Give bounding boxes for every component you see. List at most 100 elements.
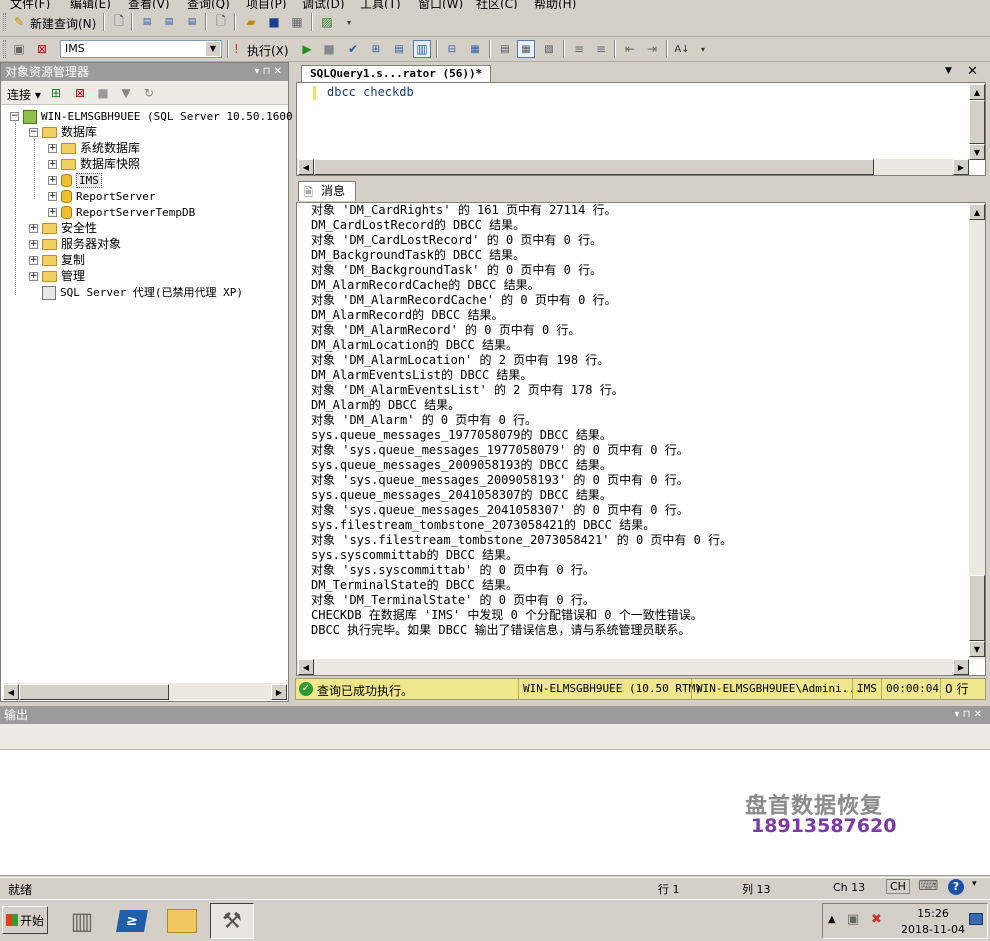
compact-edition-icon[interactable]: 🗋 (212, 13, 230, 31)
query-code[interactable]: dbcc checkdb (327, 85, 414, 99)
mdx-query-icon[interactable]: ▤ (138, 13, 156, 31)
network-icon[interactable]: ▣ (847, 912, 859, 927)
execute-button[interactable]: 执行(X) (247, 42, 289, 59)
menu-project[interactable]: 项目(P) (246, 0, 287, 9)
expand-icon[interactable]: + (29, 272, 38, 281)
tree-item-databases[interactable]: − 数据库 (29, 124, 97, 140)
expand-icon[interactable]: + (29, 256, 38, 265)
comment-icon[interactable]: ≡ (570, 40, 588, 58)
collapse-icon[interactable]: − (29, 128, 38, 137)
scroll-right-icon[interactable]: ▶ (953, 659, 969, 675)
tree-item-management[interactable]: + 管理 (29, 268, 85, 284)
chevron-down-icon[interactable]: ▼ (206, 42, 220, 56)
tray-expand-icon[interactable]: ▲ (828, 914, 836, 925)
scroll-down-icon[interactable]: ▼ (969, 144, 985, 160)
results-text-icon[interactable]: ▤ (496, 40, 514, 58)
expand-icon[interactable]: + (48, 160, 57, 169)
tree-item-db-reportserver[interactable]: + ReportServer (48, 188, 155, 204)
taskbar-server-manager[interactable]: ▥ (60, 903, 104, 939)
menu-help[interactable]: 帮助(H) (534, 0, 576, 9)
expand-icon[interactable]: + (48, 192, 57, 201)
toolbar-grip[interactable] (3, 13, 6, 31)
panel-pin-close-icon[interactable]: ▾ ⊓ ✕ (254, 63, 282, 81)
taskbar-powershell[interactable]: ≥ (110, 903, 154, 939)
panel-pin-close-icon[interactable]: ▾ ⊓ ✕ (954, 706, 982, 724)
scroll-right-icon[interactable]: ▶ (953, 159, 969, 175)
menu-window[interactable]: 窗口(W) (418, 0, 463, 9)
menu-query[interactable]: 查询(Q) (187, 0, 230, 9)
close-icon[interactable]: ✕ (967, 64, 978, 79)
menu-debug[interactable]: 调试(D) (302, 0, 345, 9)
disconnect-icon[interactable]: ⊠ (33, 40, 51, 58)
status-input-mode[interactable]: CH (886, 879, 910, 894)
start-button[interactable]: 开始 (2, 906, 48, 934)
volume-muted-icon[interactable]: ✖ (871, 912, 882, 927)
client-stats-icon[interactable]: ▦ (466, 40, 484, 58)
specify-values-icon[interactable]: A↓ (673, 40, 691, 58)
new-query-button[interactable]: 新建查询(N) (30, 15, 96, 32)
scroll-thumb[interactable] (19, 684, 169, 700)
connect-icon[interactable]: ▣ (10, 40, 28, 58)
menu-community[interactable]: 社区(C) (476, 0, 518, 9)
tree-item-security[interactable]: + 安全性 (29, 220, 97, 236)
decrease-indent-icon[interactable]: ⇤ (621, 40, 639, 58)
toolbar-grip[interactable] (3, 40, 6, 58)
save-icon[interactable]: ■ (265, 13, 283, 31)
menu-file[interactable]: 文件(F) (10, 0, 50, 9)
connect-object-icon[interactable]: ⊞ (47, 84, 65, 102)
expand-icon[interactable]: + (48, 144, 57, 153)
tree-item-system-databases[interactable]: + 系统数据库 (48, 140, 140, 156)
tree-item-db-reportservertempdb[interactable]: + ReportServerTempDB (48, 204, 195, 220)
options-icon[interactable]: ▾ (972, 879, 977, 889)
print-icon[interactable]: ▦ (288, 13, 306, 31)
scroll-thumb[interactable] (969, 100, 985, 144)
menu-edit[interactable]: 编辑(E) (70, 0, 111, 9)
expand-icon[interactable]: + (29, 240, 38, 249)
scroll-right-icon[interactable]: ▶ (271, 684, 287, 700)
parse-check-icon[interactable]: ✔ (344, 40, 362, 58)
display-plan-icon[interactable]: ⊞ (367, 40, 385, 58)
scroll-left-icon[interactable]: ◀ (3, 684, 19, 700)
xmla-query-icon[interactable]: ▤ (183, 13, 201, 31)
tree-item-server[interactable]: − WIN-ELMSGBH9UEE (SQL Server 10.50.1600 … (10, 108, 306, 124)
results-to-text-icon[interactable]: ▥ (413, 40, 431, 58)
results-grid-icon[interactable]: ▦ (517, 40, 535, 58)
tree-item-db-ims[interactable]: + IMS (48, 172, 102, 188)
messages-hscrollbar[interactable] (297, 659, 969, 675)
clock-time[interactable]: 15:26 (903, 907, 963, 920)
menu-tools[interactable]: 工具(T) (360, 0, 401, 9)
expand-icon[interactable]: + (48, 176, 57, 185)
scroll-up-icon[interactable]: ▲ (969, 204, 985, 220)
scroll-up-icon[interactable]: ▲ (969, 84, 985, 100)
tab-list-icon[interactable]: ▼ (945, 66, 952, 76)
scroll-down-icon[interactable]: ▼ (969, 641, 985, 657)
messages-pane[interactable]: 对象 'DM_CardRights' 的 161 页中有 27114 行。 DM_… (296, 202, 986, 676)
include-plan-icon[interactable]: ⊟ (443, 40, 461, 58)
tree-item-snapshots[interactable]: + 数据库快照 (48, 156, 140, 172)
stop-icon[interactable]: ■ (94, 84, 112, 102)
expand-icon[interactable]: + (29, 224, 38, 233)
results-file-icon[interactable]: ▧ (540, 40, 558, 58)
filter-icon[interactable]: ▼ (117, 84, 135, 102)
taskbar-explorer[interactable] (160, 903, 204, 939)
tab-messages[interactable]: 🗎 消息 (298, 181, 356, 201)
tab-sqlquery1[interactable]: SQLQuery1.s...rator (56))* (301, 65, 492, 83)
toolbar-overflow-icon[interactable]: ▾ (340, 13, 358, 31)
query-designer-icon[interactable]: ▤ (390, 40, 408, 58)
collapse-icon[interactable]: − (10, 112, 19, 121)
clock-date[interactable]: 2018-11-04 (899, 923, 967, 936)
dmx-query-icon[interactable]: ▤ (160, 13, 178, 31)
database-select[interactable]: IMS ▼ (60, 40, 222, 58)
uncomment-icon[interactable]: ≡ (592, 40, 610, 58)
tree-item-server-objects[interactable]: + 服务器对象 (29, 236, 121, 252)
activity-monitor-icon[interactable]: ▨ (318, 13, 336, 31)
new-file-icon[interactable]: 🗋 (110, 13, 128, 31)
cancel-stop-icon[interactable]: ■ (320, 40, 338, 58)
taskbar-ssms[interactable]: ⚒ (210, 903, 254, 939)
increase-indent-icon[interactable]: ⇥ (643, 40, 661, 58)
show-desktop-icon[interactable] (969, 913, 983, 925)
open-file-icon[interactable]: ▰ (242, 13, 260, 31)
toolbar-overflow-icon[interactable]: ▾ (694, 40, 712, 58)
connect-dropdown[interactable]: 连接 ▾ (7, 86, 41, 103)
tree-item-agent[interactable]: SQL Server 代理(已禁用代理 XP) (42, 284, 243, 300)
